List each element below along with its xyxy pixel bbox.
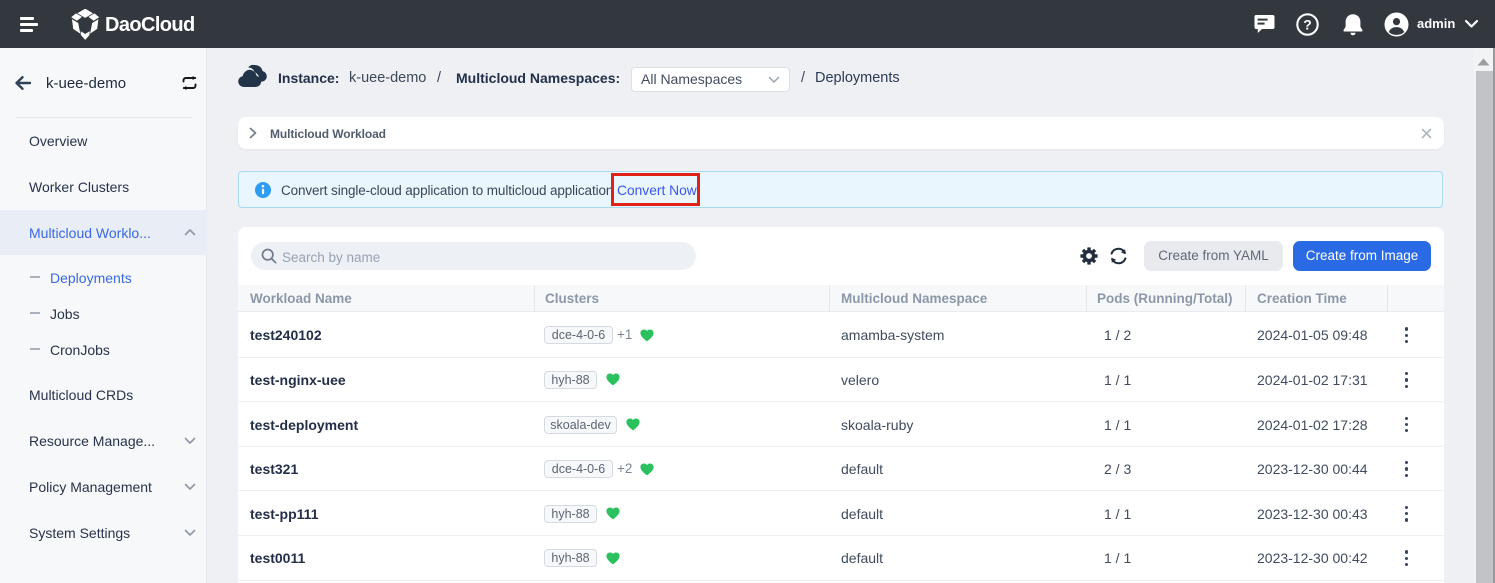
svg-text:?: ? xyxy=(1303,17,1312,33)
